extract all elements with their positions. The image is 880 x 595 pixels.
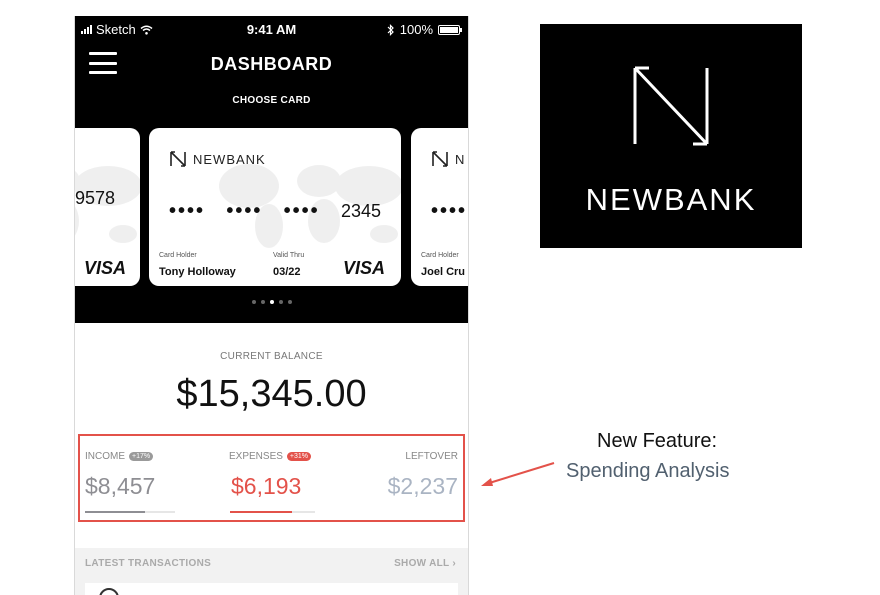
newbank-logo-panel: NEWBANK [540,24,802,248]
card-brand-name: NEWBANK [193,151,266,167]
card-next[interactable]: N •••• Card Holder Joel Cru [411,128,468,286]
card-number-last4: 2345 [340,201,381,221]
choose-card-label: CHOOSE CARD [232,95,311,106]
battery-icon [438,24,462,35]
transactions-header: LATEST TRANSACTIONS SHOW ALL › [75,548,468,578]
callout-title: New Feature: [597,430,718,452]
spending-analysis-highlight [78,434,465,522]
newbank-logo-icon [432,151,448,167]
card-number-group: •••• [169,200,206,222]
visa-logo: VISA [83,258,126,278]
card-brand: NEWBANK [169,150,266,168]
card-number-group: •••• [431,200,468,222]
show-all-label: SHOW ALL [394,558,450,569]
transaction-avatar [99,588,119,595]
dashboard-header-panel: Sketch 9:41 AM 100% DASHBOARD CHOOSE CAR… [75,16,468,323]
latest-transactions-title: LATEST TRANSACTIONS [85,558,212,569]
card-brand: N [431,150,465,168]
current-balance-label: CURRENT BALANCE [220,351,323,362]
card-pager[interactable] [75,300,468,304]
card-number: •••• •••• •••• 2345 [169,200,381,223]
newbank-wordmark: NEWBANK [585,182,757,217]
card-holder-name: Tony Holloway [159,266,236,278]
status-bar: Sketch 9:41 AM 100% [75,16,468,42]
transaction-row[interactable] [85,583,458,595]
valid-thru-date: 03/22 [273,266,301,278]
card-holder-label: Card Holder [159,252,197,259]
valid-thru-label: Valid Thru [273,252,305,259]
chevron-right-icon: › [452,558,456,569]
newbank-logo-icon [633,66,709,146]
card-number: •••• [431,200,468,223]
card-number-tail: 9578 [75,188,116,208]
card-selected[interactable]: NEWBANK •••• •••• •••• 2345 Card Holder … [149,128,401,286]
card-holder-label: Card Holder [421,252,459,259]
show-all-link[interactable]: SHOW ALL › [394,558,456,569]
newbank-logo-icon [170,151,186,167]
page-title: DASHBOARD [210,54,333,74]
callout-subtitle: Spending Analysis [566,460,730,482]
pager-dot[interactable] [260,300,265,304]
pager-dot[interactable] [251,300,256,304]
card-brand-name: N [455,151,466,167]
bluetooth-icon [387,23,394,36]
callout-arrow-icon [481,462,555,486]
card-number-group: •••• [226,200,263,222]
card-holder-name: Joel Cru [421,266,466,278]
card-previous[interactable]: 9578 VISA [75,128,140,286]
visa-logo: VISA [342,258,385,278]
battery-percent: 100% [399,22,433,37]
pager-dot[interactable] [269,300,274,304]
pager-dot[interactable] [287,300,292,304]
current-balance-value: $15,345.00 [176,373,367,415]
pager-dot[interactable] [278,300,283,304]
card-number-group: •••• [283,200,320,222]
canvas: Sketch 9:41 AM 100% DASHBOARD CHOOSE CAR… [0,0,880,595]
